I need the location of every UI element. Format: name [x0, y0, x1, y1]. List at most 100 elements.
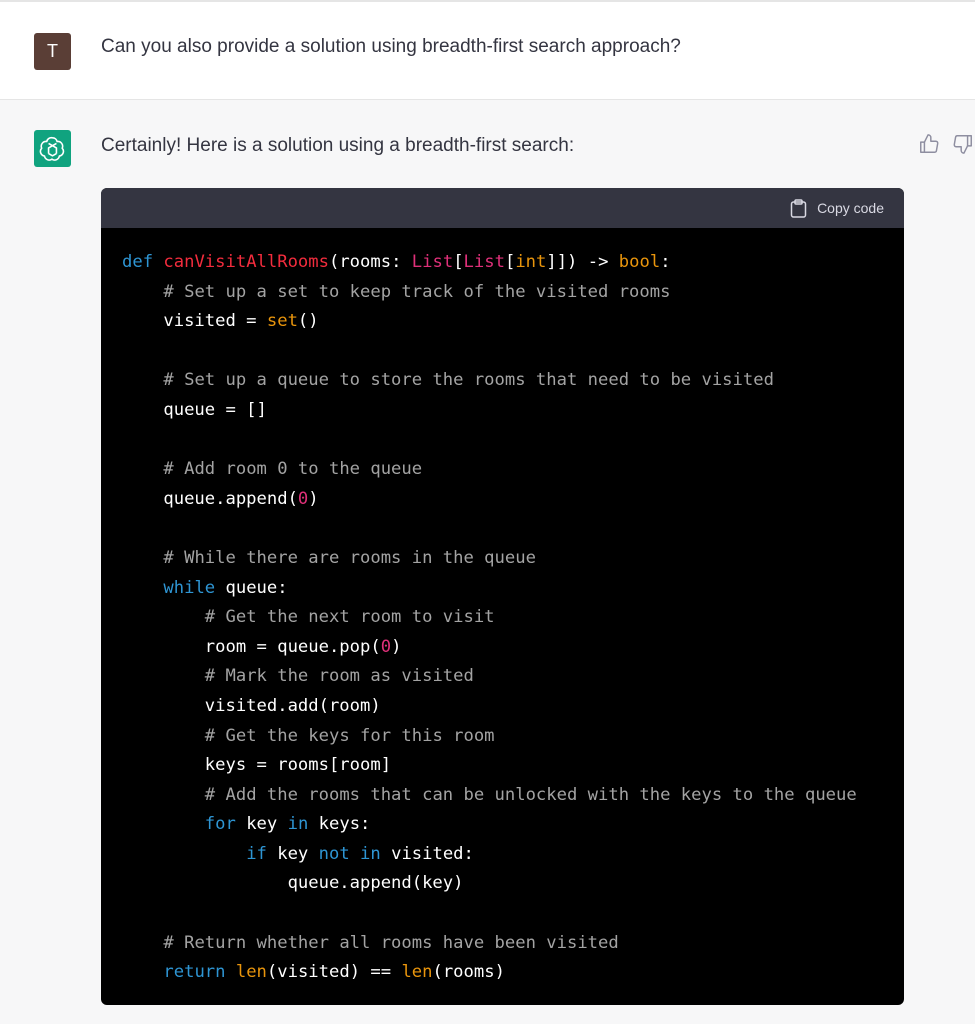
code-token: key: [266, 843, 319, 864]
code-token: [: [504, 252, 516, 272]
chat-page: T Can you also provide a solution using …: [0, 0, 975, 1024]
code-line: # Return whether all rooms have been vis…: [122, 929, 857, 959]
code-token: # Get the next room to visit: [204, 607, 495, 628]
code-content: def canVisitAllRooms(rooms: List[List[in…: [122, 248, 857, 988]
code-token: ): [391, 636, 402, 657]
code-line: room = queue.pop(0): [122, 633, 857, 663]
code-line: # Add room 0 to the queue: [122, 455, 857, 485]
code-token: for: [204, 814, 236, 835]
code-token: # Add the rooms that can be unlocked wit…: [204, 784, 857, 805]
code-token: room = queue.pop(: [122, 636, 381, 657]
code-token: len: [235, 962, 267, 983]
code-token: keys:: [308, 814, 371, 835]
code-line: queue.append(0): [122, 485, 857, 515]
code-token: queue.append(: [122, 488, 298, 509]
code-token: queue:: [215, 577, 288, 598]
assistant-avatar: [34, 130, 71, 167]
user-message-text: Can you also provide a solution using br…: [101, 36, 681, 57]
code-token: queue.append(key): [122, 873, 464, 894]
code-line: # Set up a queue to store the rooms that…: [122, 366, 857, 396]
code-line: visited = set(): [122, 307, 857, 337]
code-line: # Get the next room to visit: [122, 603, 857, 633]
code-token: # Get the keys for this room: [204, 725, 495, 746]
code-token: # Set up a queue to store the rooms that…: [163, 370, 774, 391]
code-line: if key not in visited:: [122, 840, 857, 870]
code-token: (rooms): [432, 962, 505, 983]
code-token: in: [360, 843, 381, 864]
code-line: def canVisitAllRooms(rooms: List[List[in…: [122, 248, 857, 278]
code-token: visited =: [122, 311, 267, 332]
code-line: # Add the rooms that can be unlocked wit…: [122, 781, 857, 811]
user-message-row: T Can you also provide a solution using …: [0, 2, 975, 100]
code-token: :: [660, 252, 671, 272]
code-line: queue = []: [122, 396, 857, 426]
code-token: while: [163, 577, 216, 598]
code-token: (rooms:: [328, 252, 412, 272]
copy-code-label: Copy code: [817, 200, 884, 216]
code-line: while queue:: [122, 574, 857, 604]
code-line: keys = rooms[room]: [122, 751, 857, 781]
code-token: [: [453, 252, 464, 272]
code-token: not: [318, 843, 350, 864]
thumbs-up-icon: [920, 134, 939, 153]
code-token: key: [235, 814, 288, 835]
copy-code-button[interactable]: Copy code: [790, 198, 884, 218]
code-line: queue.append(key): [122, 869, 857, 899]
code-token: 0: [380, 636, 392, 657]
code-token: 0: [297, 488, 309, 509]
code-token: # Mark the room as visited: [204, 666, 474, 687]
code-token: keys = rooms[room]: [122, 755, 392, 776]
code-token: visited:: [380, 843, 474, 864]
code-token: # While there are rooms in the queue: [163, 547, 536, 568]
code-token: in: [287, 814, 309, 835]
code-line: # Mark the room as visited: [122, 662, 857, 692]
code-token: if: [246, 843, 267, 864]
code-token: # Set up a set to keep track of the visi…: [163, 281, 671, 302]
code-line: for key in keys:: [122, 810, 857, 840]
thumbs-up-button[interactable]: [918, 133, 940, 155]
clipboard-icon: [790, 198, 807, 218]
thumbs-down-icon: [953, 135, 972, 154]
assistant-intro-text: Certainly! Here is a solution using a br…: [101, 135, 575, 156]
code-token: len: [401, 962, 433, 983]
thumbs-down-button[interactable]: [952, 133, 974, 155]
code-token: visited.add(room): [122, 695, 381, 716]
code-token: ): [308, 488, 319, 509]
user-avatar: T: [34, 33, 71, 70]
code-token: # Return whether all rooms have been vis…: [163, 932, 619, 953]
code-token: ]]) ->: [546, 252, 619, 272]
code-line: # While there are rooms in the queue: [122, 544, 857, 574]
code-token: canVisitAllRooms: [163, 252, 329, 272]
code-line: visited.add(room): [122, 692, 857, 722]
openai-logo-icon: [39, 136, 65, 161]
code-token: int: [515, 252, 547, 272]
code-token: return: [163, 962, 226, 983]
code-line: # Set up a set to keep track of the visi…: [122, 278, 857, 308]
code-token: bool: [618, 252, 661, 272]
code-token: List: [463, 252, 505, 272]
code-token: (visited) ==: [266, 962, 402, 983]
code-token: queue = []: [122, 399, 267, 420]
assistant-message-row: Certainly! Here is a solution using a br…: [0, 100, 975, 1024]
code-line: return len(visited) == len(rooms): [122, 958, 857, 988]
code-token: set: [266, 311, 298, 332]
code-block-header: Copy code: [101, 188, 904, 228]
